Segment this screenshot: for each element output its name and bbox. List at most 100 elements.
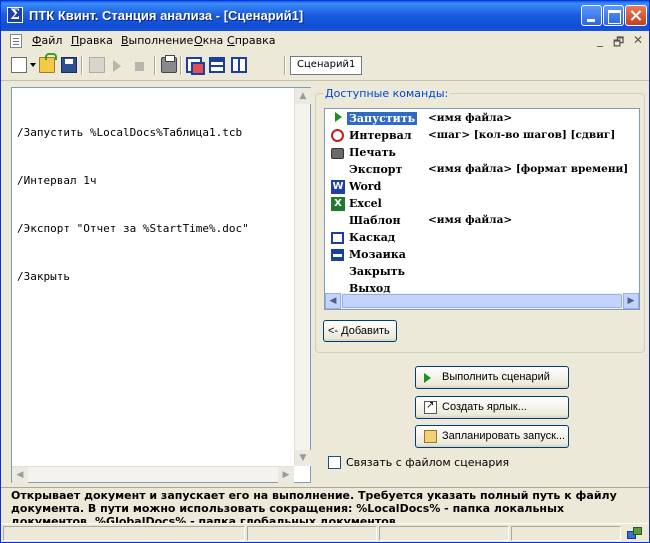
command-item-close[interactable]: Закрыть xyxy=(325,264,625,281)
commands-group: Доступные команды: Запустить <имя файла>… xyxy=(315,87,645,353)
add-command-button[interactable]: <- Добавить xyxy=(323,320,397,342)
menu-windows[interactable]: Окна xyxy=(194,34,223,47)
app-window: Σ ПТК Квинт. Станция анализа - [Сценарий… xyxy=(0,0,650,543)
window-title: ПТК Квинт. Станция анализа - [Сценарий1] xyxy=(29,8,304,23)
command-args: <имя файла> xyxy=(428,112,513,124)
menu-run[interactable]: Выполнение xyxy=(121,34,193,47)
scroll-left-arrow-icon[interactable]: ◀ xyxy=(325,293,341,309)
command-name: Шаблон xyxy=(349,214,401,227)
scroll-right-arrow-icon[interactable]: ▶ xyxy=(278,467,294,483)
command-item-cascade[interactable]: Каскад xyxy=(325,230,625,247)
editor-content[interactable]: /Запустить %LocalDocs%Таблица1.tcb /Инте… xyxy=(17,93,249,317)
maximize-button[interactable] xyxy=(603,5,624,26)
command-name: Каскад xyxy=(349,231,396,244)
save-icon[interactable] xyxy=(61,57,77,73)
commands-horizontal-scrollbar[interactable]: ◀ ▶ xyxy=(325,293,639,309)
menu-help[interactable]: Справка xyxy=(227,34,275,47)
link-scenario-label[interactable]: Связать с файлом сценария xyxy=(346,456,509,469)
command-item-excel[interactable]: X Excel xyxy=(325,196,625,213)
commands-list[interactable]: Запустить <имя файла> Интервал <шаг> [ко… xyxy=(324,108,640,310)
excel-icon: X xyxy=(331,197,345,211)
print-icon[interactable] xyxy=(161,55,177,73)
dropdown-arrow-icon[interactable] xyxy=(30,63,36,67)
status-cell xyxy=(247,526,377,541)
status-cell xyxy=(511,526,621,541)
command-item-template[interactable]: Шаблон <имя файла> xyxy=(325,213,625,230)
command-item-interval[interactable]: Интервал <шаг> [кол-во шагов] [сдвиг] xyxy=(325,128,639,145)
mdi-minimize-button[interactable]: _ xyxy=(597,33,603,47)
command-hint-text: Открывает документ и запускает его на вы… xyxy=(11,489,617,524)
command-hint-panel: Открывает документ и запускает его на вы… xyxy=(1,487,649,524)
title-bar[interactable]: Σ ПТК Квинт. Станция анализа - [Сценарий… xyxy=(1,1,649,31)
command-name: Печать xyxy=(349,146,396,159)
clock-icon xyxy=(331,129,344,142)
command-name: Word xyxy=(349,180,382,193)
play-icon xyxy=(424,373,431,383)
toolbar-separator xyxy=(284,56,285,75)
stop-icon[interactable] xyxy=(135,62,144,71)
create-shortcut-button[interactable]: Создать ярлык... xyxy=(415,396,569,419)
minimize-button[interactable] xyxy=(581,5,602,26)
menu-bar: Файл Правка Выполнение Окна Справка _ 🗗 … xyxy=(1,31,649,51)
toolbar-separator xyxy=(180,56,181,75)
play-icon xyxy=(331,112,345,126)
link-scenario-checkbox[interactable] xyxy=(328,456,341,469)
command-args: <имя файла> [формат времени] xyxy=(428,163,629,175)
command-item-run[interactable]: Запустить <имя файла> xyxy=(325,111,625,128)
toolbar-separator xyxy=(81,56,82,75)
editor-vertical-scrollbar[interactable]: ▲ ▼ xyxy=(294,88,311,466)
command-name: Интервал xyxy=(349,129,412,142)
status-cell xyxy=(379,526,509,541)
status-cell xyxy=(3,526,245,541)
cascade-icon xyxy=(331,232,344,244)
command-name: Закрыть xyxy=(349,265,406,278)
tile-vertical-icon[interactable] xyxy=(231,57,247,73)
menu-file[interactable]: Файл xyxy=(32,34,62,47)
command-item-tile[interactable]: Мозаика xyxy=(325,247,625,264)
close-button[interactable] xyxy=(625,5,647,26)
command-name: Экспорт xyxy=(349,163,403,176)
new-document-icon[interactable] xyxy=(11,57,27,73)
command-item-export[interactable]: Экспорт <имя файла> [формат времени] xyxy=(325,162,639,179)
calendar-icon xyxy=(424,430,437,443)
toolbar: Сценарий1 xyxy=(1,51,649,81)
cascade-icon[interactable] xyxy=(186,57,205,75)
command-name: Запустить xyxy=(347,112,418,125)
network-icon xyxy=(627,527,642,540)
command-args: <имя файла> xyxy=(428,214,513,226)
editor-line: /Закрыть xyxy=(17,270,70,283)
status-bar xyxy=(1,523,649,542)
mdi-close-button[interactable]: ✕ xyxy=(633,33,643,47)
editor-line: /Запустить %LocalDocs%Таблица1.tcb xyxy=(17,126,243,139)
document-icon[interactable] xyxy=(10,34,22,48)
document-tab[interactable]: Сценарий1 xyxy=(290,56,363,75)
command-name: Excel xyxy=(349,197,382,210)
shortcut-icon xyxy=(424,400,437,414)
scroll-left-arrow-icon[interactable]: ◀ xyxy=(12,467,28,483)
toolbar-separator xyxy=(154,56,155,75)
command-item-print[interactable]: Печать xyxy=(325,145,625,162)
run-scenario-button[interactable]: Выполнить сценарий xyxy=(415,366,569,389)
tile-horizontal-icon[interactable] xyxy=(209,57,225,73)
scroll-thumb[interactable] xyxy=(342,294,622,308)
editor-line: /Экспорт "Отчет за %StartTime%.doc" xyxy=(17,222,249,235)
tile-icon xyxy=(331,249,344,261)
scroll-up-arrow-icon[interactable]: ▲ xyxy=(295,88,311,104)
properties-icon[interactable] xyxy=(89,57,105,73)
schedule-run-button[interactable]: Запланировать запуск... xyxy=(415,425,569,448)
print-icon xyxy=(331,148,344,159)
command-args: <шаг> [кол-во шагов] [сдвиг] xyxy=(428,129,616,141)
command-name: Мозаика xyxy=(349,248,406,261)
editor-horizontal-scrollbar[interactable]: ◀ ▶ xyxy=(12,466,294,483)
commands-group-label: Доступные команды: xyxy=(323,87,451,100)
script-editor[interactable]: /Запустить %LocalDocs%Таблица1.tcb /Инте… xyxy=(11,87,311,483)
sigma-app-icon: Σ xyxy=(7,7,23,23)
editor-line: /Интервал 1ч xyxy=(17,174,97,187)
scroll-right-arrow-icon[interactable]: ▶ xyxy=(623,293,639,309)
menu-edit[interactable]: Правка xyxy=(71,34,113,47)
scroll-down-arrow-icon[interactable]: ▼ xyxy=(295,450,311,466)
open-folder-icon[interactable] xyxy=(39,53,57,73)
command-item-word[interactable]: W Word xyxy=(325,179,625,196)
word-icon: W xyxy=(331,180,345,194)
run-icon[interactable] xyxy=(113,60,121,72)
